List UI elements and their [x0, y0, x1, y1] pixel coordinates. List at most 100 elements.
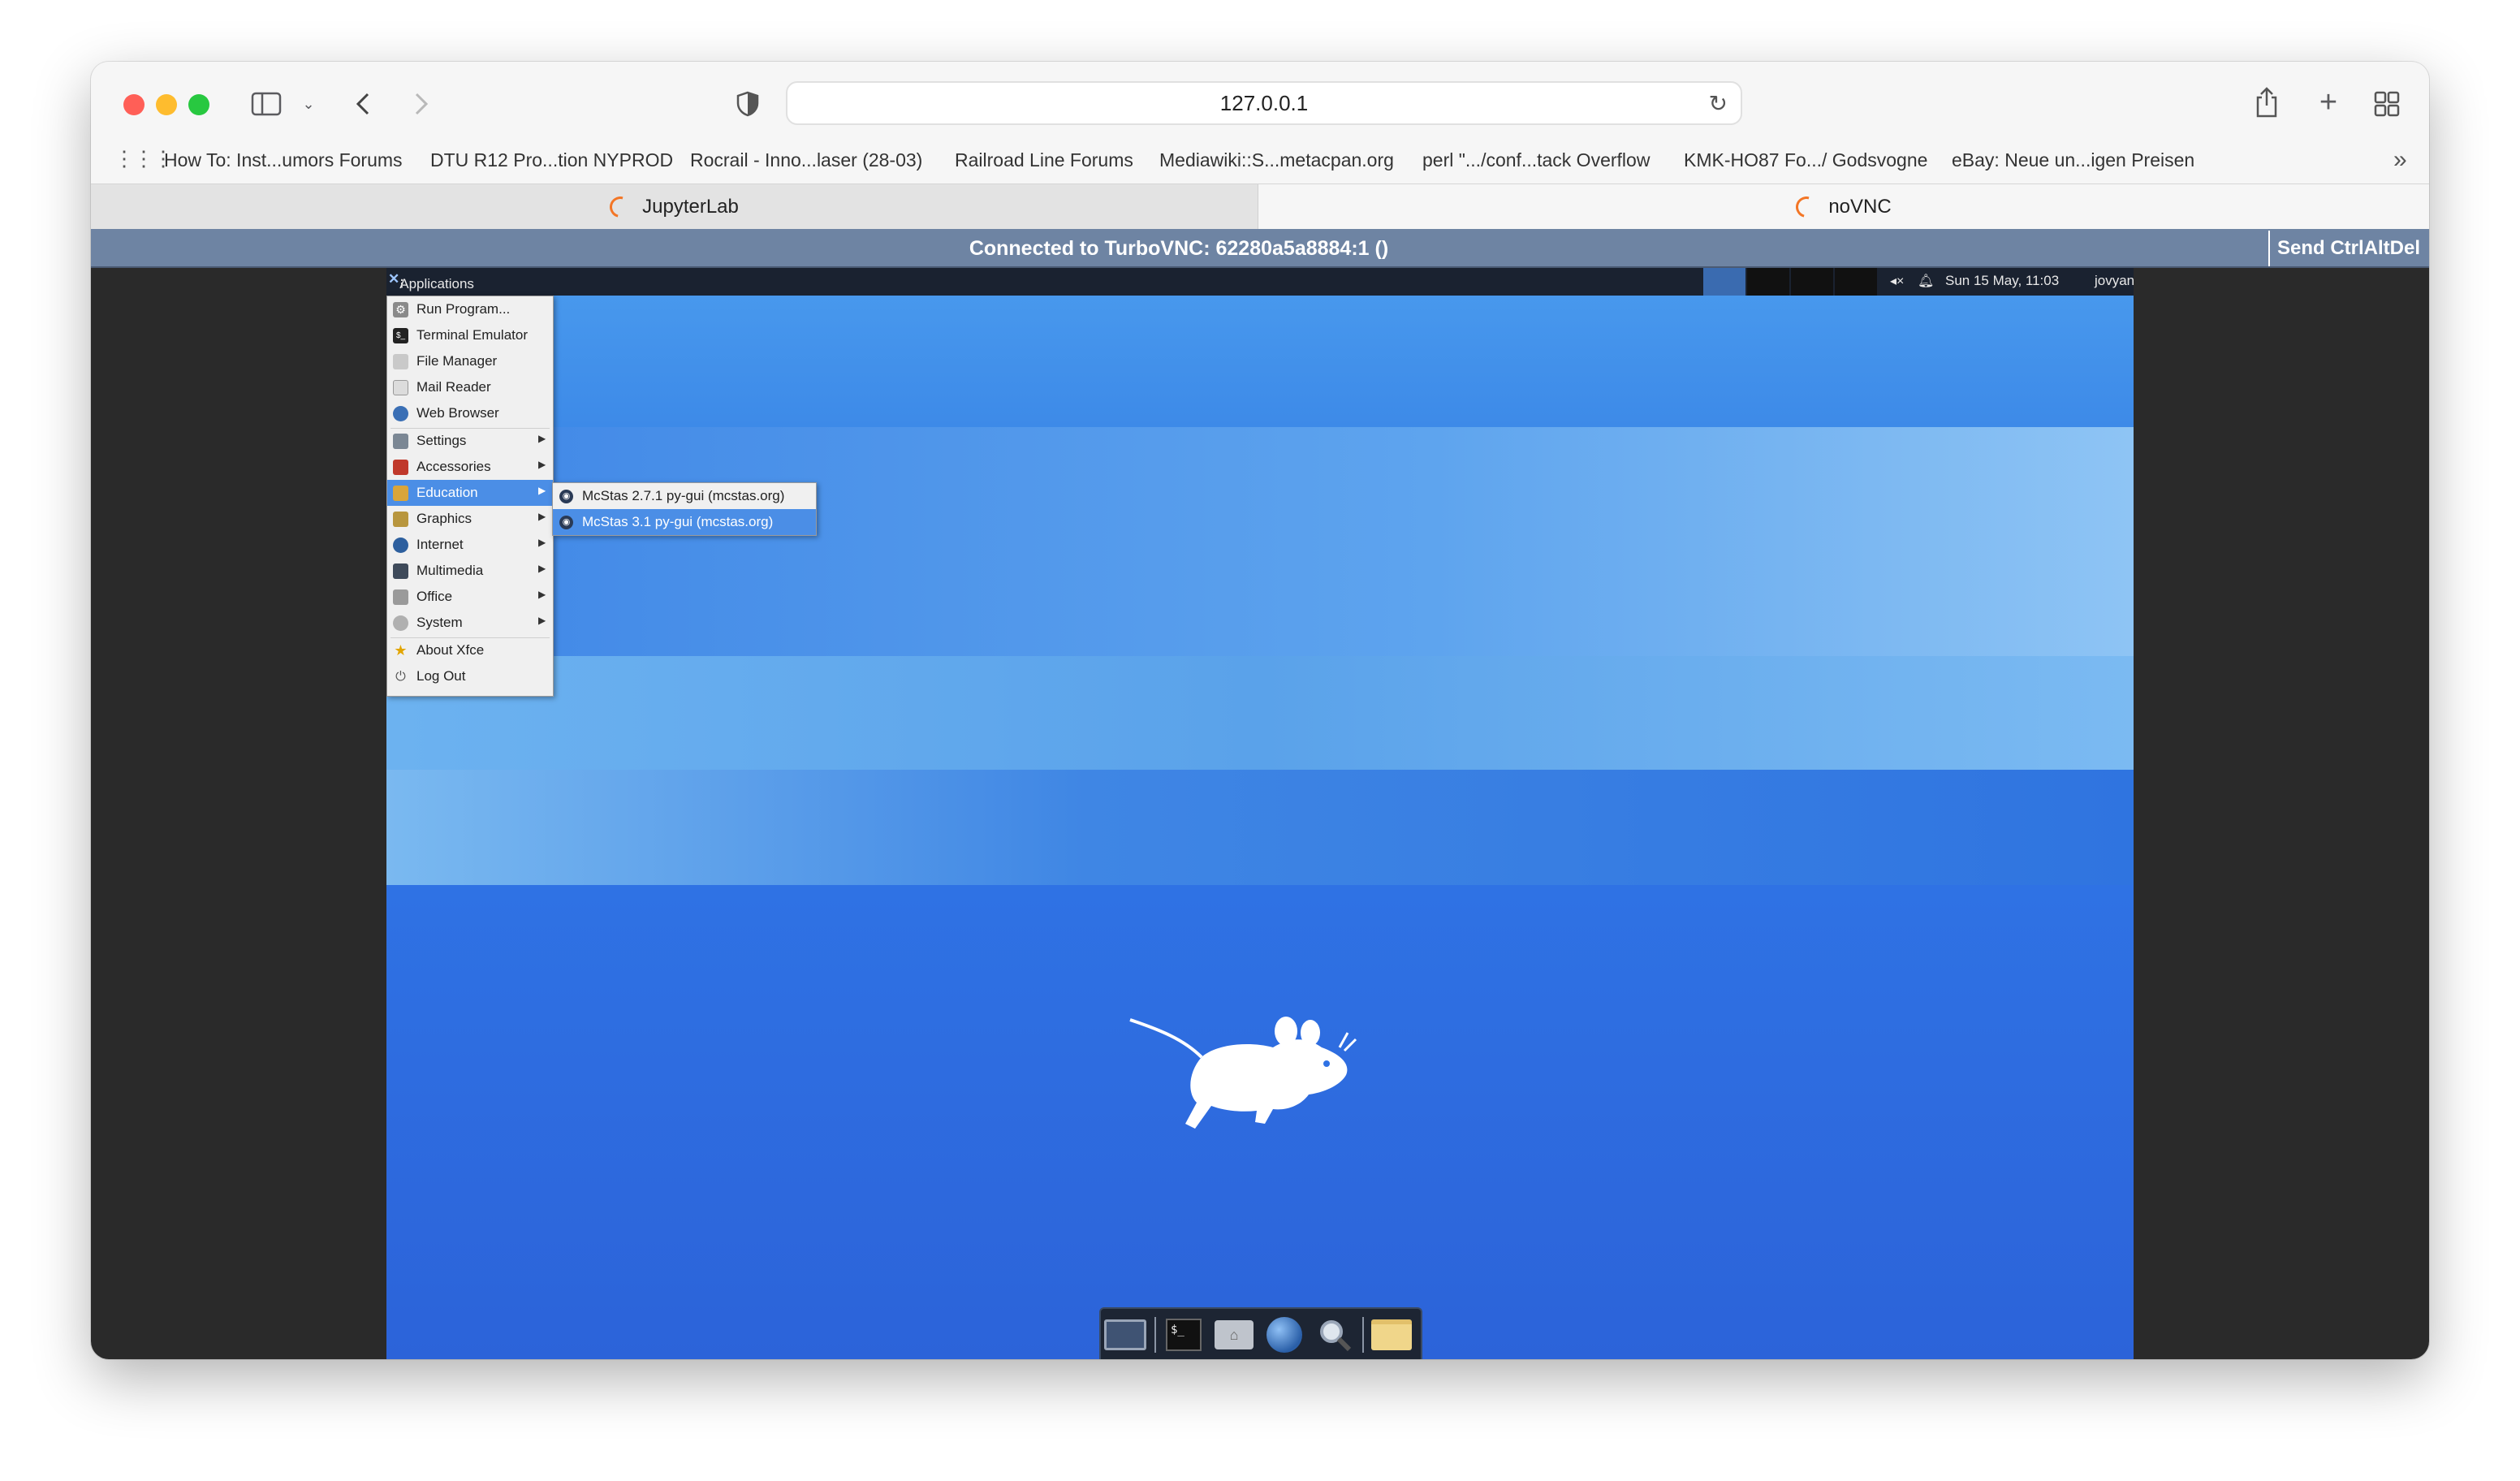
xfce-logo-icon: ✕ [388, 271, 400, 287]
wallpaper-band [386, 427, 2134, 656]
chevron-down-icon[interactable]: ⌄ [299, 94, 318, 114]
url-text: 127.0.0.1 [1219, 90, 1309, 115]
forward-icon[interactable] [409, 89, 434, 119]
close-window-button[interactable] [123, 94, 145, 115]
menu-item-about-xfce[interactable]: ★ About Xfce [387, 637, 553, 663]
menu-item-office[interactable]: Office ▶ [387, 584, 553, 610]
submenu-item-mcstas-31[interactable]: ◉ McStas 3.1 py-gui (mcstas.org) [553, 509, 816, 535]
new-tab-icon[interactable]: + [2312, 85, 2345, 119]
xfce-dock: $_ ⌂ [1099, 1307, 1422, 1359]
file-manager-icon [393, 354, 408, 369]
mail-icon [393, 380, 408, 395]
notification-bell-icon[interactable]: 🔔︎ [1918, 273, 1934, 289]
tab-overview-icon[interactable] [2371, 88, 2403, 120]
minimize-window-button[interactable] [156, 94, 177, 115]
submenu-arrow-icon: ▶ [538, 537, 546, 548]
menu-item-run-program[interactable]: ⚙ Run Program... [387, 296, 553, 322]
submenu-arrow-icon: ▶ [538, 459, 546, 470]
xfce-top-panel: ✕ Applications ⁝ ◂× 🔔︎ Sun 15 May, 11:03… [386, 268, 2134, 296]
menu-item-log-out[interactable]: ⏻ Log Out [387, 663, 553, 689]
menu-item-graphics[interactable]: Graphics ▶ [387, 506, 553, 532]
bookmarks-overflow-icon[interactable]: » [2393, 146, 2407, 174]
shield-icon[interactable] [734, 89, 762, 119]
workspace-4[interactable] [1835, 268, 1877, 296]
volume-icon[interactable]: ◂× [1890, 273, 1904, 289]
search-icon[interactable] [1312, 1315, 1357, 1354]
system-icon [393, 615, 408, 631]
bookmark-item[interactable]: Rocrail - Inno...laser (28-03) [690, 149, 922, 171]
connection-status: Connected to TurboVNC: 62280a5a8884:1 () [969, 236, 1389, 260]
workspace-2[interactable] [1747, 268, 1789, 296]
browser-window: ⌄ 127.0.0.1 ↻ + ⋮⋮⋮ How To: Inst...umors… [91, 62, 2429, 1359]
novnc-status-bar: Connected to TurboVNC: 62280a5a8884:1 ()… [91, 229, 2429, 268]
applications-menu-button[interactable]: ✕ Applications ⁝ [388, 271, 474, 291]
menu-item-terminal[interactable]: $_ Terminal Emulator [387, 322, 553, 348]
menu-item-web-browser[interactable]: Web Browser [387, 400, 553, 426]
bookmark-item[interactable]: perl ".../conf...tack Overflow [1422, 149, 1650, 171]
home-folder-icon[interactable]: ⌂ [1211, 1315, 1257, 1354]
bookmark-item[interactable]: Mediawiki::S...metacpan.org [1159, 149, 1394, 171]
star-icon: ★ [394, 642, 408, 658]
show-desktop-icon[interactable] [1102, 1315, 1148, 1354]
reload-icon[interactable]: ↻ [1709, 90, 1728, 117]
submenu-arrow-icon: ▶ [538, 615, 546, 626]
workspace-3[interactable] [1791, 268, 1833, 296]
menu-item-file-manager[interactable]: File Manager [387, 348, 553, 374]
mcstas-icon: ◉ [559, 490, 573, 503]
menu-item-settings[interactable]: Settings ▶ [387, 428, 553, 454]
applications-menu: ⚙ Run Program... $_ Terminal Emulator Fi… [386, 296, 554, 697]
bookmarks-bar: ⋮⋮⋮ How To: Inst...umors Forums DTU R12 … [91, 145, 2429, 177]
bookmark-item[interactable]: DTU R12 Pro...tion NYPROD [430, 149, 673, 171]
wallpaper-band [386, 656, 2134, 770]
mcstas-icon: ◉ [559, 516, 573, 529]
address-bar[interactable]: 127.0.0.1 ↻ [786, 81, 1742, 125]
menu-item-mail-reader[interactable]: Mail Reader [387, 374, 553, 400]
share-icon[interactable] [2250, 84, 2283, 120]
submenu-arrow-icon: ▶ [538, 589, 546, 600]
tab-label: JupyterLab [642, 196, 739, 218]
bookmark-item[interactable]: How To: Inst...umors Forums [164, 149, 403, 171]
xfce-mouse-logo [1129, 1017, 1357, 1129]
submenu-arrow-icon: ▶ [538, 433, 546, 444]
workspace-1[interactable] [1703, 268, 1745, 296]
bookmark-item[interactable]: KMK-HO87 Fo.../ Godsvogne [1684, 149, 1927, 171]
jupyter-logo-icon [606, 192, 635, 222]
education-submenu: ◉ McStas 2.7.1 py-gui (mcstas.org) ◉ McS… [552, 482, 817, 536]
menu-item-system[interactable]: System ▶ [387, 610, 553, 636]
zoom-window-button[interactable] [188, 94, 209, 115]
internet-icon [393, 538, 408, 553]
submenu-arrow-icon: ▶ [538, 485, 546, 496]
terminal-icon[interactable]: $_ [1161, 1315, 1206, 1354]
settings-icon [393, 434, 408, 449]
submenu-arrow-icon: ▶ [538, 563, 546, 574]
send-ctrlaltdel-button[interactable]: Send CtrlAltDel [2268, 231, 2427, 266]
multimedia-icon [393, 563, 408, 579]
office-icon [393, 589, 408, 605]
bookmark-item[interactable]: eBay: Neue un...igen Preisen [1952, 149, 2194, 171]
applications-label: Applications [399, 276, 474, 291]
page-content: Connected to TurboVNC: 62280a5a8884:1 ()… [91, 229, 2429, 1359]
wallpaper-band [386, 770, 2134, 885]
tab-novnc[interactable]: noVNC [1258, 184, 2429, 230]
globe-icon [393, 406, 408, 421]
run-icon: ⚙ [393, 302, 408, 317]
menu-item-accessories[interactable]: Accessories ▶ [387, 454, 553, 480]
accessories-icon [393, 460, 408, 475]
menu-item-multimedia[interactable]: Multimedia ▶ [387, 558, 553, 584]
panel-user[interactable]: jovyan [2095, 273, 2134, 289]
folder-icon[interactable] [1369, 1315, 1414, 1354]
sidebar-toggle-icon[interactable] [250, 89, 283, 119]
menu-item-education[interactable]: Education ▶ [387, 480, 553, 506]
web-browser-icon[interactable] [1262, 1315, 1307, 1354]
back-icon[interactable] [351, 89, 375, 119]
panel-clock[interactable]: Sun 15 May, 11:03 [1945, 273, 2059, 289]
remote-desktop[interactable]: ✕ Applications ⁝ ◂× 🔔︎ Sun 15 May, 11:03… [386, 268, 2134, 1359]
tab-jupyterlab[interactable]: JupyterLab [91, 184, 1258, 230]
bookmark-item[interactable]: Railroad Line Forums [955, 149, 1133, 171]
graphics-icon [393, 512, 408, 527]
tab-label: noVNC [1828, 196, 1892, 218]
menu-item-internet[interactable]: Internet ▶ [387, 532, 553, 558]
education-icon [393, 486, 408, 501]
submenu-item-mcstas-271[interactable]: ◉ McStas 2.7.1 py-gui (mcstas.org) [553, 483, 816, 509]
tab-strip: JupyterLab noVNC [91, 184, 2429, 230]
